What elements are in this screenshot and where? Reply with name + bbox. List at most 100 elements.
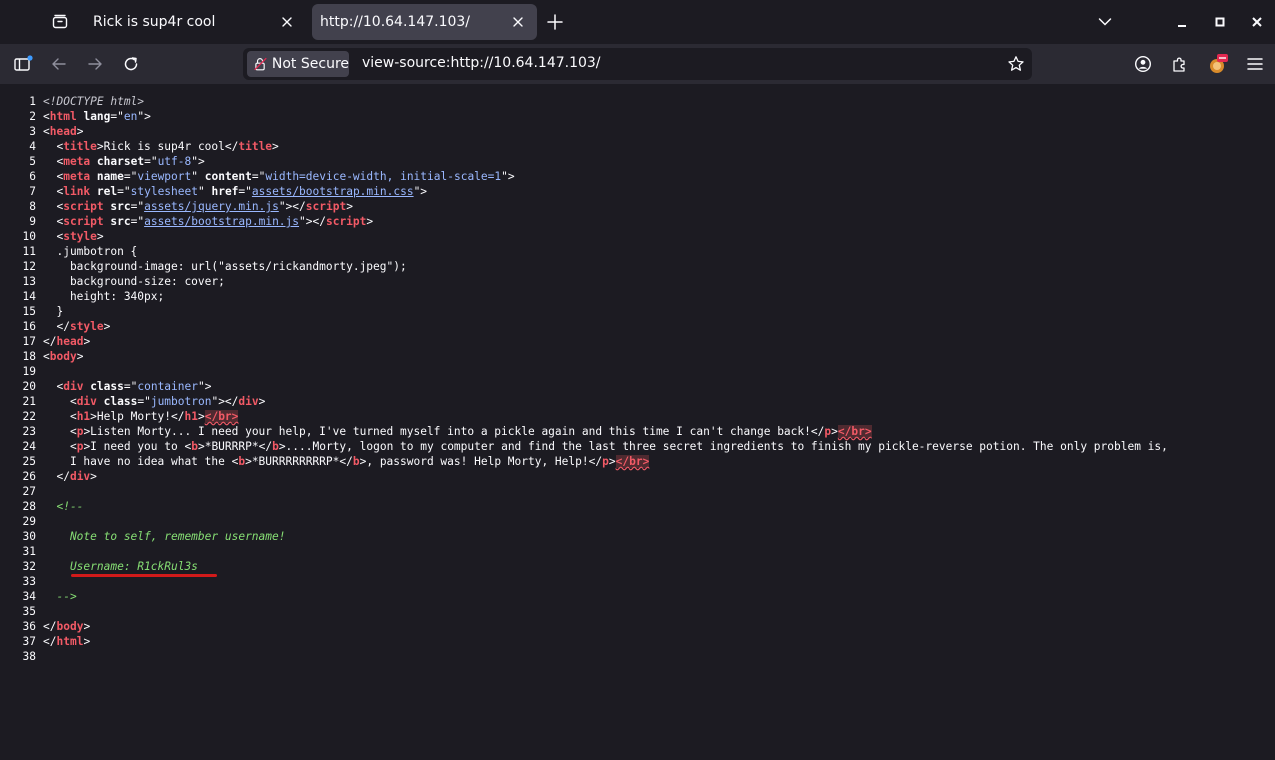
forward-button[interactable] <box>83 52 107 76</box>
source-token: < <box>43 350 50 363</box>
source-token: > <box>76 350 84 363</box>
source-token: h1 <box>76 410 91 423</box>
source-line: 21 <div class="jumbotron"></div> <box>0 394 266 409</box>
source-code: <script src="assets/bootstrap.min.js"></… <box>43 215 373 228</box>
line-number: 27 <box>22 485 36 498</box>
page-source-view: 1 <!DOCTYPE html> 2 <html lang="en"> 3 <head>… <box>0 84 1275 760</box>
line-number: 25 <box>22 455 36 468</box>
source-token: <!DOCTYPE html> <box>43 95 145 108</box>
source-token: > <box>76 125 84 138</box>
source-token: lang <box>83 110 111 123</box>
source-line: 8 <script src="assets/jquery.min.js"></s… <box>0 199 353 214</box>
source-token: </ <box>43 320 70 333</box>
extension-button[interactable] <box>1206 52 1230 76</box>
source-token <box>97 395 104 408</box>
line-number: 36 <box>22 620 36 633</box>
tab-list-icon[interactable] <box>48 10 72 34</box>
extensions-button[interactable] <box>1168 52 1192 76</box>
source-token: > <box>366 215 374 228</box>
source-line: 27 <box>0 484 43 499</box>
source-comment: Note to self, remember username! <box>43 530 286 543</box>
source-token: I have no idea what the < <box>43 455 239 468</box>
source-token: =" <box>117 185 131 198</box>
line-number: 37 <box>22 635 36 648</box>
source-token: div <box>63 380 84 393</box>
source-line: 31 <box>0 544 43 559</box>
source-line: 29 <box>0 514 43 529</box>
source-token: > <box>608 455 616 468</box>
hamburger-menu-icon <box>1247 58 1263 70</box>
url-text[interactable]: view-source:http://10.64.147.103/ <box>362 55 601 71</box>
source-token: width=device-width, initial-scale=1 <box>265 170 502 183</box>
bookmark-button[interactable] <box>1006 54 1026 74</box>
source-token <box>90 185 97 198</box>
sidebar-icon <box>14 55 33 71</box>
source-line: 25 I have no idea what the < b>*BURRRRRRR… <box>0 454 650 469</box>
minimize-button[interactable] <box>1170 10 1194 34</box>
line-number: 22 <box>22 410 36 423</box>
account-button[interactable] <box>1131 52 1155 76</box>
line-number: 34 <box>22 590 36 603</box>
source-code: <script src="assets/jquery.min.js"></scr… <box>43 200 353 213</box>
source-line: 20 <div class="container"> <box>0 379 212 394</box>
site-security-button[interactable]: Not Secure <box>247 51 349 77</box>
close-icon[interactable] <box>509 13 527 31</box>
back-button[interactable] <box>47 52 71 76</box>
source-token: < <box>43 125 50 138</box>
close-icon[interactable] <box>278 13 296 31</box>
source-token: br <box>851 425 865 438</box>
maximize-button[interactable] <box>1208 10 1232 34</box>
line-number: 14 <box>22 290 36 303</box>
chevron-down-icon <box>1098 18 1112 26</box>
source-token: =" <box>130 200 145 213</box>
tab-view-source[interactable]: http://10.64.147.103/ <box>312 4 537 40</box>
source-token <box>90 155 97 168</box>
source-code: <title>Rick is sup4r cool</title> <box>43 140 278 153</box>
line-number: 12 <box>22 260 36 273</box>
source-code: background-size: cover; <box>43 275 225 288</box>
source-token: p <box>602 455 609 468</box>
source-token: html <box>56 635 84 648</box>
close-window-button[interactable] <box>1245 10 1269 34</box>
source-code: <!-- <box>43 500 83 513</box>
source-token: name <box>96 170 124 183</box>
source-token: =" <box>251 170 266 183</box>
new-tab-button[interactable] <box>544 11 566 33</box>
source-token: src <box>110 215 131 228</box>
source-token: en <box>123 110 138 123</box>
tab-strip: Rick is sup4r cool http://10.64.147.103/ <box>0 0 1275 44</box>
source-line: 7 <link rel="stylesheet" href="assets/bo… <box>0 184 427 199</box>
reload-button[interactable] <box>119 52 143 76</box>
source-token: > <box>346 200 353 213</box>
source-line: 16 </style> <box>0 319 111 334</box>
source-line: 24 <p>I need you to <b>*BURRRP*</b>....M… <box>0 439 1168 454</box>
source-token: < <box>43 425 77 438</box>
line-number: 35 <box>22 605 36 618</box>
source-token: < <box>43 110 50 123</box>
source-token: " <box>191 170 205 183</box>
source-token: >I need you to < <box>83 440 192 453</box>
source-code: <head> <box>43 125 83 138</box>
source-token: content <box>204 170 252 183</box>
line-number: 31 <box>22 545 36 558</box>
line-number: 32 <box>22 560 36 573</box>
source-line: 30 Note to self, remember username! <box>0 529 286 544</box>
sidebar-button[interactable] <box>11 52 35 76</box>
source-token: meta <box>63 155 91 168</box>
source-line: 6 <meta name="viewport" content="width=d… <box>0 169 514 184</box>
source-token: b <box>352 455 360 468</box>
tab-rick-is-sup4r-cool[interactable]: Rick is sup4r cool <box>80 0 306 44</box>
source-token: src <box>110 200 131 213</box>
list-all-tabs-button[interactable] <box>1093 10 1117 34</box>
source-link[interactable]: assets/bootstrap.min.css <box>252 185 414 198</box>
source-token: background-image: url("assets/rickandmor… <box>43 260 407 273</box>
source-link[interactable]: assets/jquery.min.js <box>144 200 279 213</box>
source-code: <style> <box>43 230 103 243</box>
line-number: 2 <box>29 110 36 123</box>
source-token: utf-8 <box>157 155 192 168</box>
url-bar[interactable]: Not Secure view-source:http://10.64.147.… <box>243 48 1032 80</box>
security-label: Not Secure <box>271 56 349 72</box>
source-link[interactable]: assets/bootstrap.min.js <box>144 215 299 228</box>
source-token: =" <box>238 185 252 198</box>
main-menu-button[interactable] <box>1243 52 1267 76</box>
